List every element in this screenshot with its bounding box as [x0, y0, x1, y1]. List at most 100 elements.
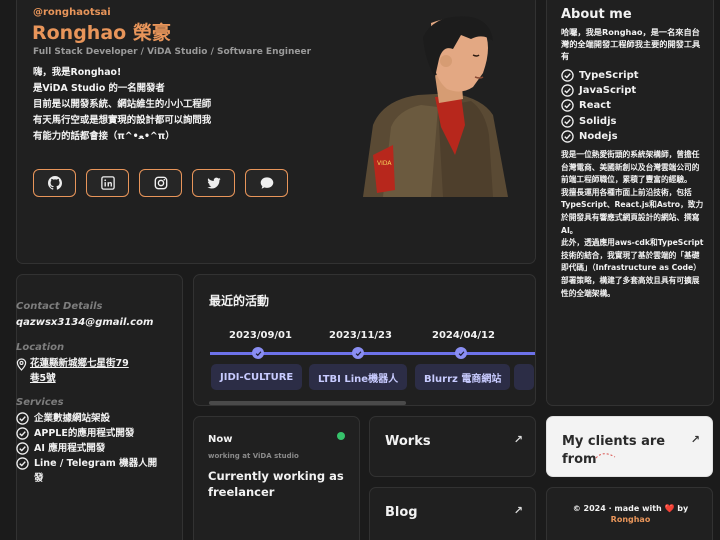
tech-item: TypeScript [561, 68, 639, 83]
bio-line: 目前是以開發系統、網站維生的小小工程師 [33, 99, 212, 110]
address-link[interactable]: 花蓮縣新城鄉七星街79巷5號 [16, 356, 131, 386]
tech-label: Solidjs [579, 115, 617, 127]
tech-list: TypeScript JavaScript React Solidjs Node… [561, 68, 639, 144]
timeline-date: 2023/11/23 [329, 330, 392, 341]
check-icon [458, 350, 464, 356]
tech-item: Solidjs [561, 114, 639, 129]
check-icon [255, 350, 261, 356]
check-icon [355, 350, 361, 356]
github-icon [47, 176, 62, 190]
bio-line: 有天馬行空或是想實現的設計都可以詢問我 [33, 115, 212, 126]
now-card: Now working at ViDA studio Currently wor… [193, 416, 360, 540]
activity-tag[interactable]: LTBI Line機器人 [309, 364, 408, 390]
linkedin-button[interactable] [86, 169, 129, 197]
twitter-button[interactable] [192, 169, 235, 197]
clients-card[interactable]: My clients are from ↗ [546, 416, 713, 477]
activity-tag[interactable]: JIDI-CULTURE [211, 364, 303, 390]
timeline-dot [352, 347, 364, 359]
works-title: Works [385, 434, 431, 449]
online-status-dot [337, 432, 345, 440]
clients-title: My clients are from [562, 434, 666, 467]
arrow-up-right-icon: ↗ [690, 433, 700, 446]
now-status: Currently working as freelancer [208, 469, 344, 499]
check-circle-icon [16, 412, 29, 425]
email-link[interactable]: qazwsx3134@gmail.com [16, 317, 153, 328]
activity-title: 最近的活動 [209, 294, 270, 308]
tech-label: TypeScript [579, 70, 639, 82]
check-circle-icon [16, 457, 29, 470]
service-label: AI 應用程式開發 [34, 443, 106, 454]
check-circle-icon [561, 99, 574, 113]
services-label: Services [16, 397, 64, 408]
service-label: Line / Telegram 機器人開發 [34, 458, 158, 484]
check-circle-icon [561, 114, 574, 128]
now-title: Now [208, 434, 233, 445]
profile-card: @ronghaotsai Ronghao 榮豪 Full Stack Devel… [16, 0, 536, 264]
about-card: About me 哈囉，我是Ronghao，是一名來自台灣的全端開發工程師我主要… [546, 0, 714, 406]
tech-label: Nodejs [579, 130, 618, 142]
service-label: APPLE的應用程式開發 [34, 428, 135, 439]
activity-card: 最近的活動 2023/09/01 2023/11/23 2024/04/12 J… [193, 274, 536, 406]
works-card[interactable]: Works ↗ [369, 416, 536, 477]
bio-line: 嗨，我是Ronghao! [33, 67, 122, 78]
services-list: 企業數據網站架設 APPLE的應用程式開發 AI 應用程式開發 Line / T… [16, 411, 166, 486]
arrow-up-right-icon: ↗ [513, 504, 523, 517]
github-button[interactable] [33, 169, 76, 197]
check-circle-icon [561, 84, 574, 98]
timeline-dot [252, 347, 264, 359]
profile-role: Full Stack Developer / ViDA Studio / Sof… [33, 47, 312, 57]
check-circle-icon [16, 442, 29, 455]
blog-title: Blog [385, 505, 418, 520]
service-item: APPLE的應用程式開發 [16, 426, 166, 441]
social-links [33, 169, 288, 197]
bio-line: 有能力的話都會接（π^•ﻌ•^π） [33, 131, 175, 142]
footer-card: © 2024 · made with ❤️ by Ronghao [546, 487, 713, 540]
about-paragraph: 我是一位熱愛街頭的系統架構師，曾擔任台灣電商、美國新創以及台灣雲端公司的前端工程… [561, 150, 700, 185]
linkedin-icon [100, 176, 115, 190]
check-circle-icon [16, 427, 29, 440]
tech-item: JavaScript [561, 83, 639, 98]
about-paragraph: 此外，透過應用aws-cdk和TypeScript技術的結合，我實現了基於雲端的… [561, 238, 704, 298]
svg-text:VIDA: VIDA [377, 160, 392, 167]
map-pin-icon [16, 358, 27, 371]
tech-label: React [579, 100, 611, 112]
service-item: 企業數據網站架設 [16, 411, 166, 426]
tech-label: JavaScript [579, 85, 637, 97]
footer-author[interactable]: Ronghao [547, 515, 712, 524]
globe-arc-decoration [595, 453, 616, 459]
instagram-button[interactable] [139, 169, 182, 197]
chat-icon [260, 177, 273, 189]
address-text: 花蓮縣新城鄉七星街79巷5號 [30, 358, 129, 384]
timeline-date: 2024/04/12 [432, 330, 495, 341]
about-intro: 哈囉，我是Ronghao，是一名來自台灣的全端開發工程師我主要的開發工具有 [561, 27, 701, 61]
horizontal-scrollbar[interactable] [209, 401, 406, 405]
about-title: About me [561, 7, 632, 22]
portrait-illustration: VIDA [363, 16, 508, 197]
twitter-icon [206, 177, 221, 189]
check-circle-icon [561, 69, 574, 82]
profile-bio: 嗨，我是Ronghao! 是ViDA Studio 的一名開發者 目前是以開發系… [33, 65, 211, 145]
instagram-icon [154, 176, 167, 190]
now-subtitle: working at ViDA studio [208, 452, 299, 460]
service-item: AI 應用程式開發 [16, 441, 166, 456]
location-label: Location [16, 342, 65, 353]
service-item: Line / Telegram 機器人開發 [16, 456, 166, 486]
tech-item: React [561, 98, 639, 113]
timeline-dot [455, 347, 467, 359]
service-label: 企業數據網站架設 [34, 413, 111, 424]
activity-tag[interactable]: Blurrz 電商網站 [415, 364, 511, 390]
timeline-date: 2023/09/01 [229, 330, 292, 341]
about-paragraph: 我擅長運用各種市面上前沿技術，包括TypeScript、React.js和Ast… [561, 187, 704, 235]
about-body: 我是一位熱愛街頭的系統架構師，曾擔任台灣電商、美國新創以及台灣雲端公司的前端工程… [561, 149, 707, 300]
activity-tag-overflow[interactable] [514, 364, 534, 390]
contact-details-label: Contact Details [16, 301, 103, 312]
blog-card[interactable]: Blog ↗ [369, 487, 536, 540]
tech-item: Nodejs [561, 129, 639, 144]
check-circle-icon [561, 130, 574, 143]
bio-line: 是ViDA Studio 的一名開發者 [33, 83, 165, 94]
arrow-up-right-icon: ↗ [513, 433, 523, 446]
profile-handle: @ronghaotsai [33, 7, 111, 18]
chat-button[interactable] [245, 169, 288, 197]
footer-credit: © 2024 · made with ❤️ by [572, 504, 689, 513]
profile-name: Ronghao 榮豪 [32, 22, 171, 44]
